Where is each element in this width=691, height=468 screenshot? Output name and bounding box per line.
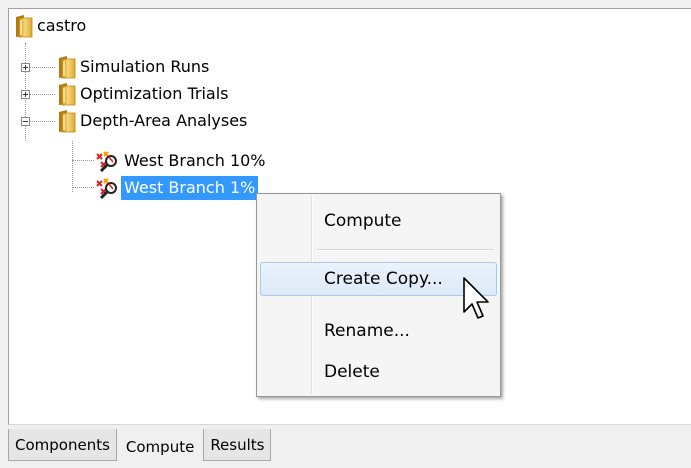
- tree-node-simulation-runs[interactable]: Simulation Runs: [57, 53, 212, 80]
- tree-node-west-branch-1[interactable]: West Branch 1%: [95, 174, 259, 201]
- tab-results[interactable]: Results: [203, 429, 272, 461]
- tree-node-label: castro: [37, 15, 87, 35]
- tab-bar: Components Compute Results: [8, 429, 272, 465]
- tree-connector: [29, 94, 55, 95]
- tree-connector: [72, 141, 73, 192]
- tab-components[interactable]: Components: [8, 429, 117, 461]
- tab-label: Results: [210, 435, 265, 454]
- expand-optimization-trials-toggle[interactable]: [21, 90, 30, 99]
- tree-node-root[interactable]: castro: [14, 12, 89, 39]
- depth-area-analysis-icon: [95, 177, 121, 199]
- tree-node-label: Depth-Area Analyses: [80, 110, 248, 130]
- tree-connector: [29, 67, 55, 68]
- depth-area-analysis-icon: [95, 150, 121, 172]
- tree-connector: [72, 187, 94, 188]
- tab-label: Compute: [125, 438, 195, 456]
- menu-item-label: Create Copy...: [324, 269, 443, 289]
- menu-item-label: Compute: [324, 211, 402, 231]
- tab-compute[interactable]: Compute: [116, 429, 204, 465]
- tree-node-west-branch-10[interactable]: West Branch 10%: [95, 147, 269, 174]
- mouse-pointer-icon: [463, 277, 489, 319]
- tree-node-label-selected: West Branch 1%: [121, 175, 259, 200]
- tree-node-label: Optimization Trials: [80, 83, 229, 103]
- tree-node-optimization-trials[interactable]: Optimization Trials: [57, 80, 231, 107]
- tree-connector: [72, 160, 94, 161]
- tree-node-label: Simulation Runs: [80, 56, 210, 76]
- folder-icon: [14, 14, 34, 38]
- tree-node-label: West Branch 10%: [124, 150, 266, 170]
- menu-item-delete[interactable]: Delete: [260, 355, 497, 389]
- menu-item-label: Delete: [324, 362, 380, 382]
- collapse-depth-area-analyses-toggle[interactable]: [21, 117, 30, 126]
- tree-node-depth-area-analyses[interactable]: Depth-Area Analyses: [57, 107, 250, 134]
- menu-item-label: Rename...: [324, 321, 410, 341]
- tree-connector: [29, 121, 55, 122]
- folder-icon: [57, 109, 77, 133]
- folder-icon: [57, 55, 77, 79]
- menu-separator: [317, 249, 494, 251]
- folder-icon: [57, 82, 77, 106]
- tab-label: Components: [15, 435, 110, 454]
- expand-simulation-runs-toggle[interactable]: [21, 63, 30, 72]
- menu-item-compute[interactable]: Compute: [260, 204, 497, 238]
